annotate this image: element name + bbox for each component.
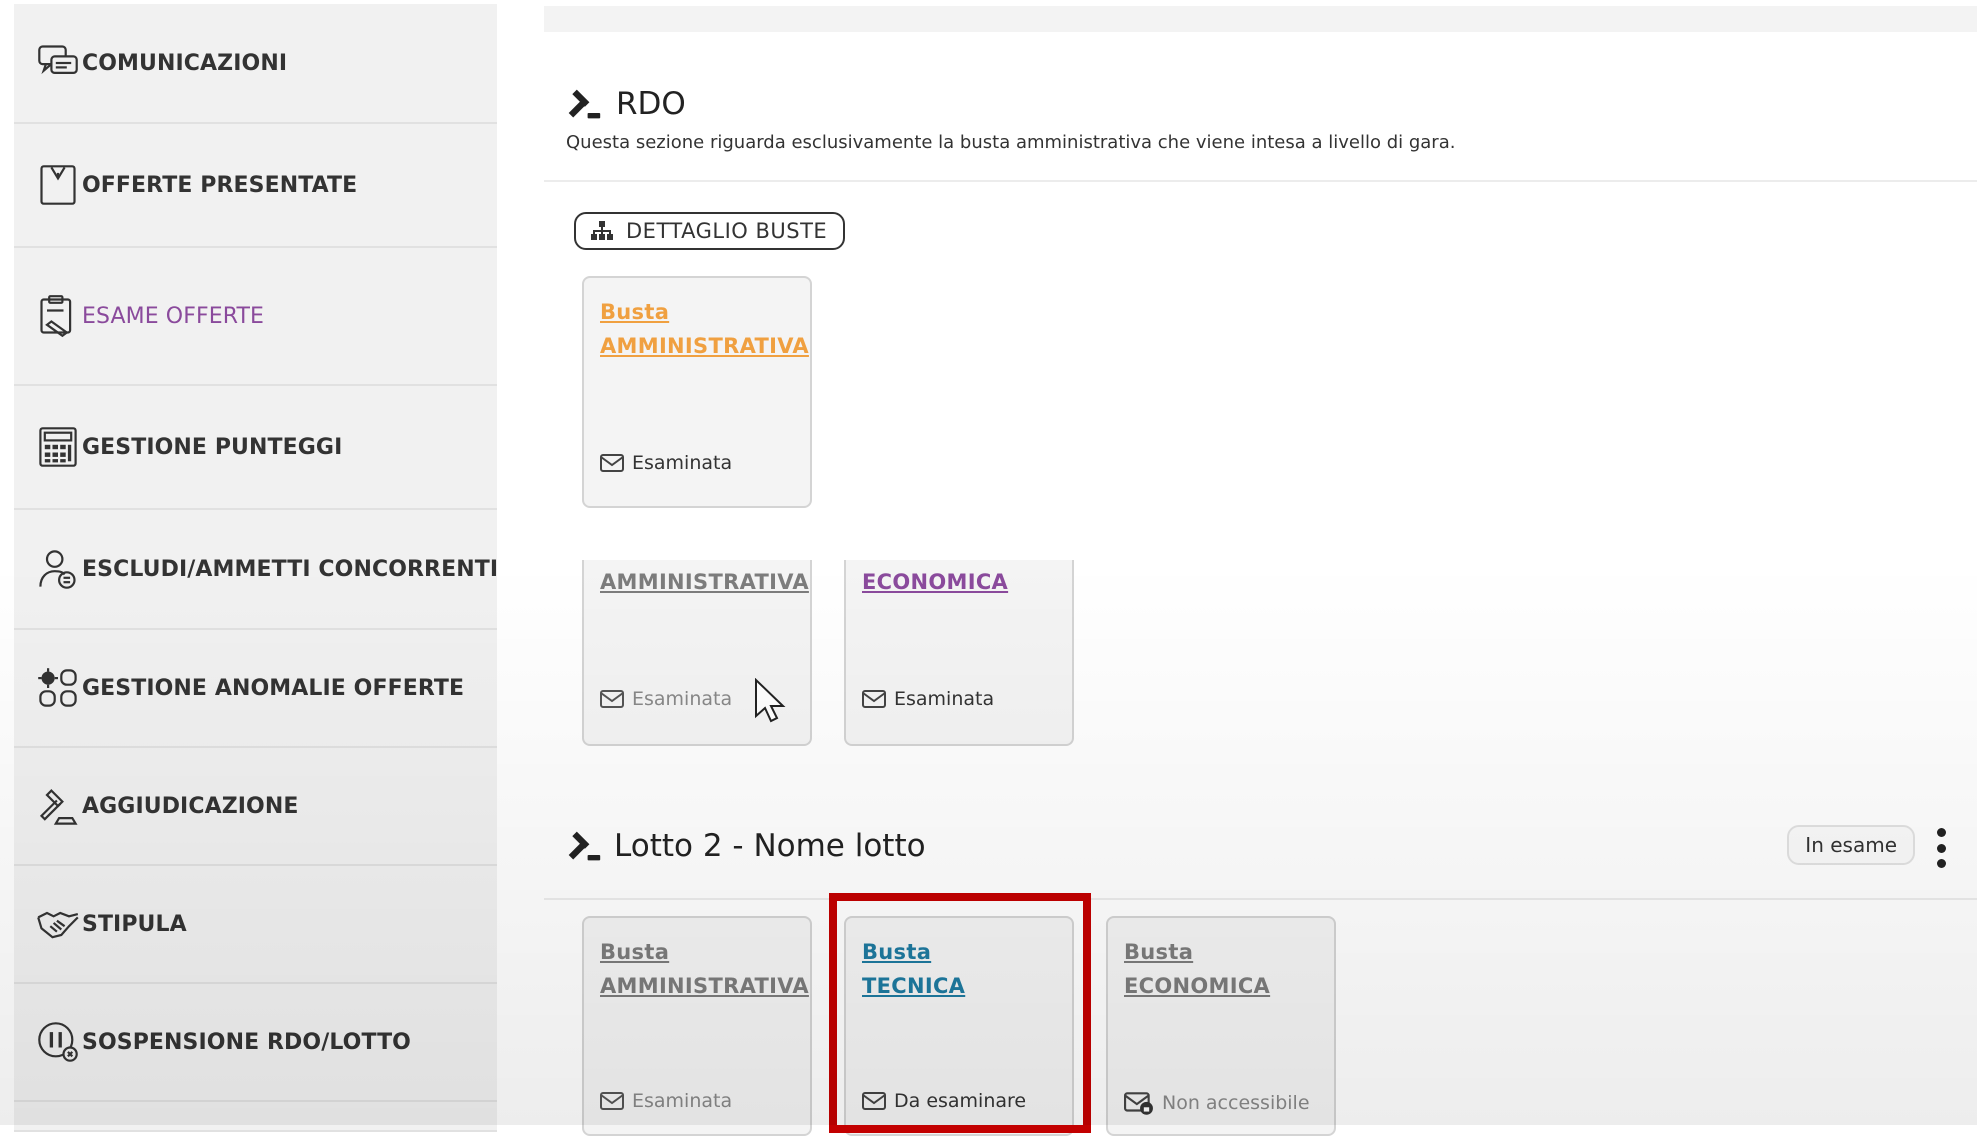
gavel-icon <box>568 89 601 119</box>
sidebar-item-escludi-ammetti[interactable]: ESCLUDI/AMMETTI CONCORRENTI <box>14 510 499 630</box>
dettaglio-buste-label: DETTAGLIO BUSTE <box>626 219 828 243</box>
sidebar-item-label: ESAME OFFERTE <box>82 303 265 329</box>
sidebar-item-next[interactable] <box>14 1102 497 1132</box>
rdo-description: Questa sezione riguarda esclusivamente l… <box>566 132 1456 153</box>
busta-type-link[interactable]: TECNICA <box>862 974 965 998</box>
lotto1-busta-amministrativa-card[interactable]: AMMINISTRATIVA Esaminata <box>582 560 812 746</box>
sidebar-item-label: COMUNICAZIONI <box>82 50 288 76</box>
sidebar-item-comunicazioni[interactable]: COMUNICAZIONI <box>14 4 497 124</box>
lotto2-busta-economica-card[interactable]: Busta ECONOMICA Non accessibile <box>1106 916 1336 1136</box>
sidebar-item-aggiudicazione[interactable]: AGGIUDICAZIONE <box>14 748 497 866</box>
sidebar-item-sospensione[interactable]: SOSPENSIONE RDO/LOTTO <box>14 984 497 1102</box>
busta-type-link[interactable]: AMMINISTRATIVA <box>600 570 809 594</box>
main-content: RDO Questa sezione riguarda esclusivamen… <box>544 0 1977 1136</box>
busta-status-label: Non accessibile <box>1162 1092 1310 1114</box>
gavel-icon <box>36 782 80 830</box>
envelope-icon <box>600 690 624 708</box>
lotto2-busta-amministrativa-card[interactable]: Busta AMMINISTRATIVA Esaminata <box>582 916 812 1136</box>
sidebar-item-gestione-anomalie[interactable]: GESTIONE ANOMALIE OFFERTE <box>14 630 497 748</box>
clipboard-pen-icon <box>36 292 80 340</box>
busta-status: Non accessibile <box>1124 1090 1310 1116</box>
busta-status: Esaminata <box>862 688 994 710</box>
hierarchy-icon <box>591 221 613 240</box>
busta-link[interactable]: Busta <box>1124 940 1193 964</box>
divider <box>544 898 1977 900</box>
busta-status-label: Esaminata <box>632 452 733 474</box>
envelope-locked-icon <box>1124 1092 1153 1115</box>
handshake-icon <box>36 900 80 948</box>
busta-status: Esaminata <box>600 452 732 474</box>
sidebar: COMUNICAZIONI OFFERTE PRESENTATE ESAME O… <box>0 0 512 1132</box>
busta-link[interactable]: Busta <box>862 940 931 964</box>
busta-status-label: Da esaminare <box>894 1090 1027 1112</box>
sidebar-item-gestione-punteggi[interactable]: GESTIONE PUNTEGGI <box>14 386 497 510</box>
envelope-icon <box>600 1092 624 1110</box>
busta-status-label: Esaminata <box>632 1090 733 1112</box>
busta-type-link[interactable]: ECONOMICA <box>862 570 1008 594</box>
page-title: RDO <box>616 86 686 122</box>
sidebar-item-offerte-presentate[interactable]: OFFERTE PRESENTATE <box>14 124 497 248</box>
user-check-icon <box>36 545 80 593</box>
busta-type-link[interactable]: AMMINISTRATIVA <box>600 974 809 998</box>
rdo-header: RDO <box>566 86 686 122</box>
envelope-icon <box>600 454 624 472</box>
lotto-title: Lotto 2 - Nome lotto <box>614 828 926 864</box>
calculator-icon <box>36 423 80 471</box>
mouse-cursor-icon <box>755 678 786 723</box>
busta-link[interactable]: Busta <box>600 940 669 964</box>
lotto-header: Lotto 2 - Nome lotto <box>566 828 926 864</box>
envelope-icon <box>862 1092 886 1110</box>
busta-status: Esaminata <box>600 1090 732 1112</box>
busta-amministrativa-card[interactable]: Busta AMMINISTRATIVA Esaminata <box>582 276 812 508</box>
busta-status-label: Esaminata <box>632 688 733 710</box>
sidebar-item-esame-offerte[interactable]: ESAME OFFERTE <box>14 248 497 386</box>
chat-bubbles-icon <box>36 39 80 87</box>
sidebar-item-stipula[interactable]: STIPULA <box>14 866 497 984</box>
sidebar-item-label: AGGIUDICAZIONE <box>82 793 299 819</box>
busta-status: Da esaminare <box>862 1090 1026 1112</box>
busta-link[interactable]: Busta <box>600 300 669 324</box>
busta-type-link[interactable]: AMMINISTRATIVA <box>600 334 809 358</box>
busta-status: Esaminata <box>600 688 732 710</box>
sidebar-item-label: STIPULA <box>82 911 187 937</box>
dettaglio-buste-button[interactable]: DETTAGLIO BUSTE <box>574 212 846 250</box>
offer-document-icon <box>36 161 80 209</box>
gavel-icon <box>568 831 601 861</box>
sidebar-item-label: GESTIONE ANOMALIE OFFERTE <box>82 675 465 701</box>
sidebar-item-label: OFFERTE PRESENTATE <box>82 172 358 198</box>
anomaly-grid-icon <box>36 664 80 712</box>
busta-status-label: Esaminata <box>894 688 995 710</box>
divider <box>544 180 1977 182</box>
sidebar-item-label: GESTIONE PUNTEGGI <box>82 434 343 460</box>
top-bar <box>544 6 1977 32</box>
pause-circle-icon <box>36 1018 80 1066</box>
lotto1-busta-economica-card[interactable]: ECONOMICA Esaminata <box>844 560 1074 746</box>
busta-type-link[interactable]: ECONOMICA <box>1124 974 1270 998</box>
sidebar-item-label: SOSPENSIONE RDO/LOTTO <box>82 1029 411 1055</box>
more-options-icon[interactable] <box>1935 828 1947 868</box>
sidebar-item-label: ESCLUDI/AMMETTI CONCORRENTI <box>82 556 499 582</box>
lotto2-busta-tecnica-card[interactable]: Busta TECNICA Da esaminare <box>844 916 1074 1136</box>
envelope-icon <box>862 690 886 708</box>
status-badge: In esame <box>1787 825 1915 865</box>
